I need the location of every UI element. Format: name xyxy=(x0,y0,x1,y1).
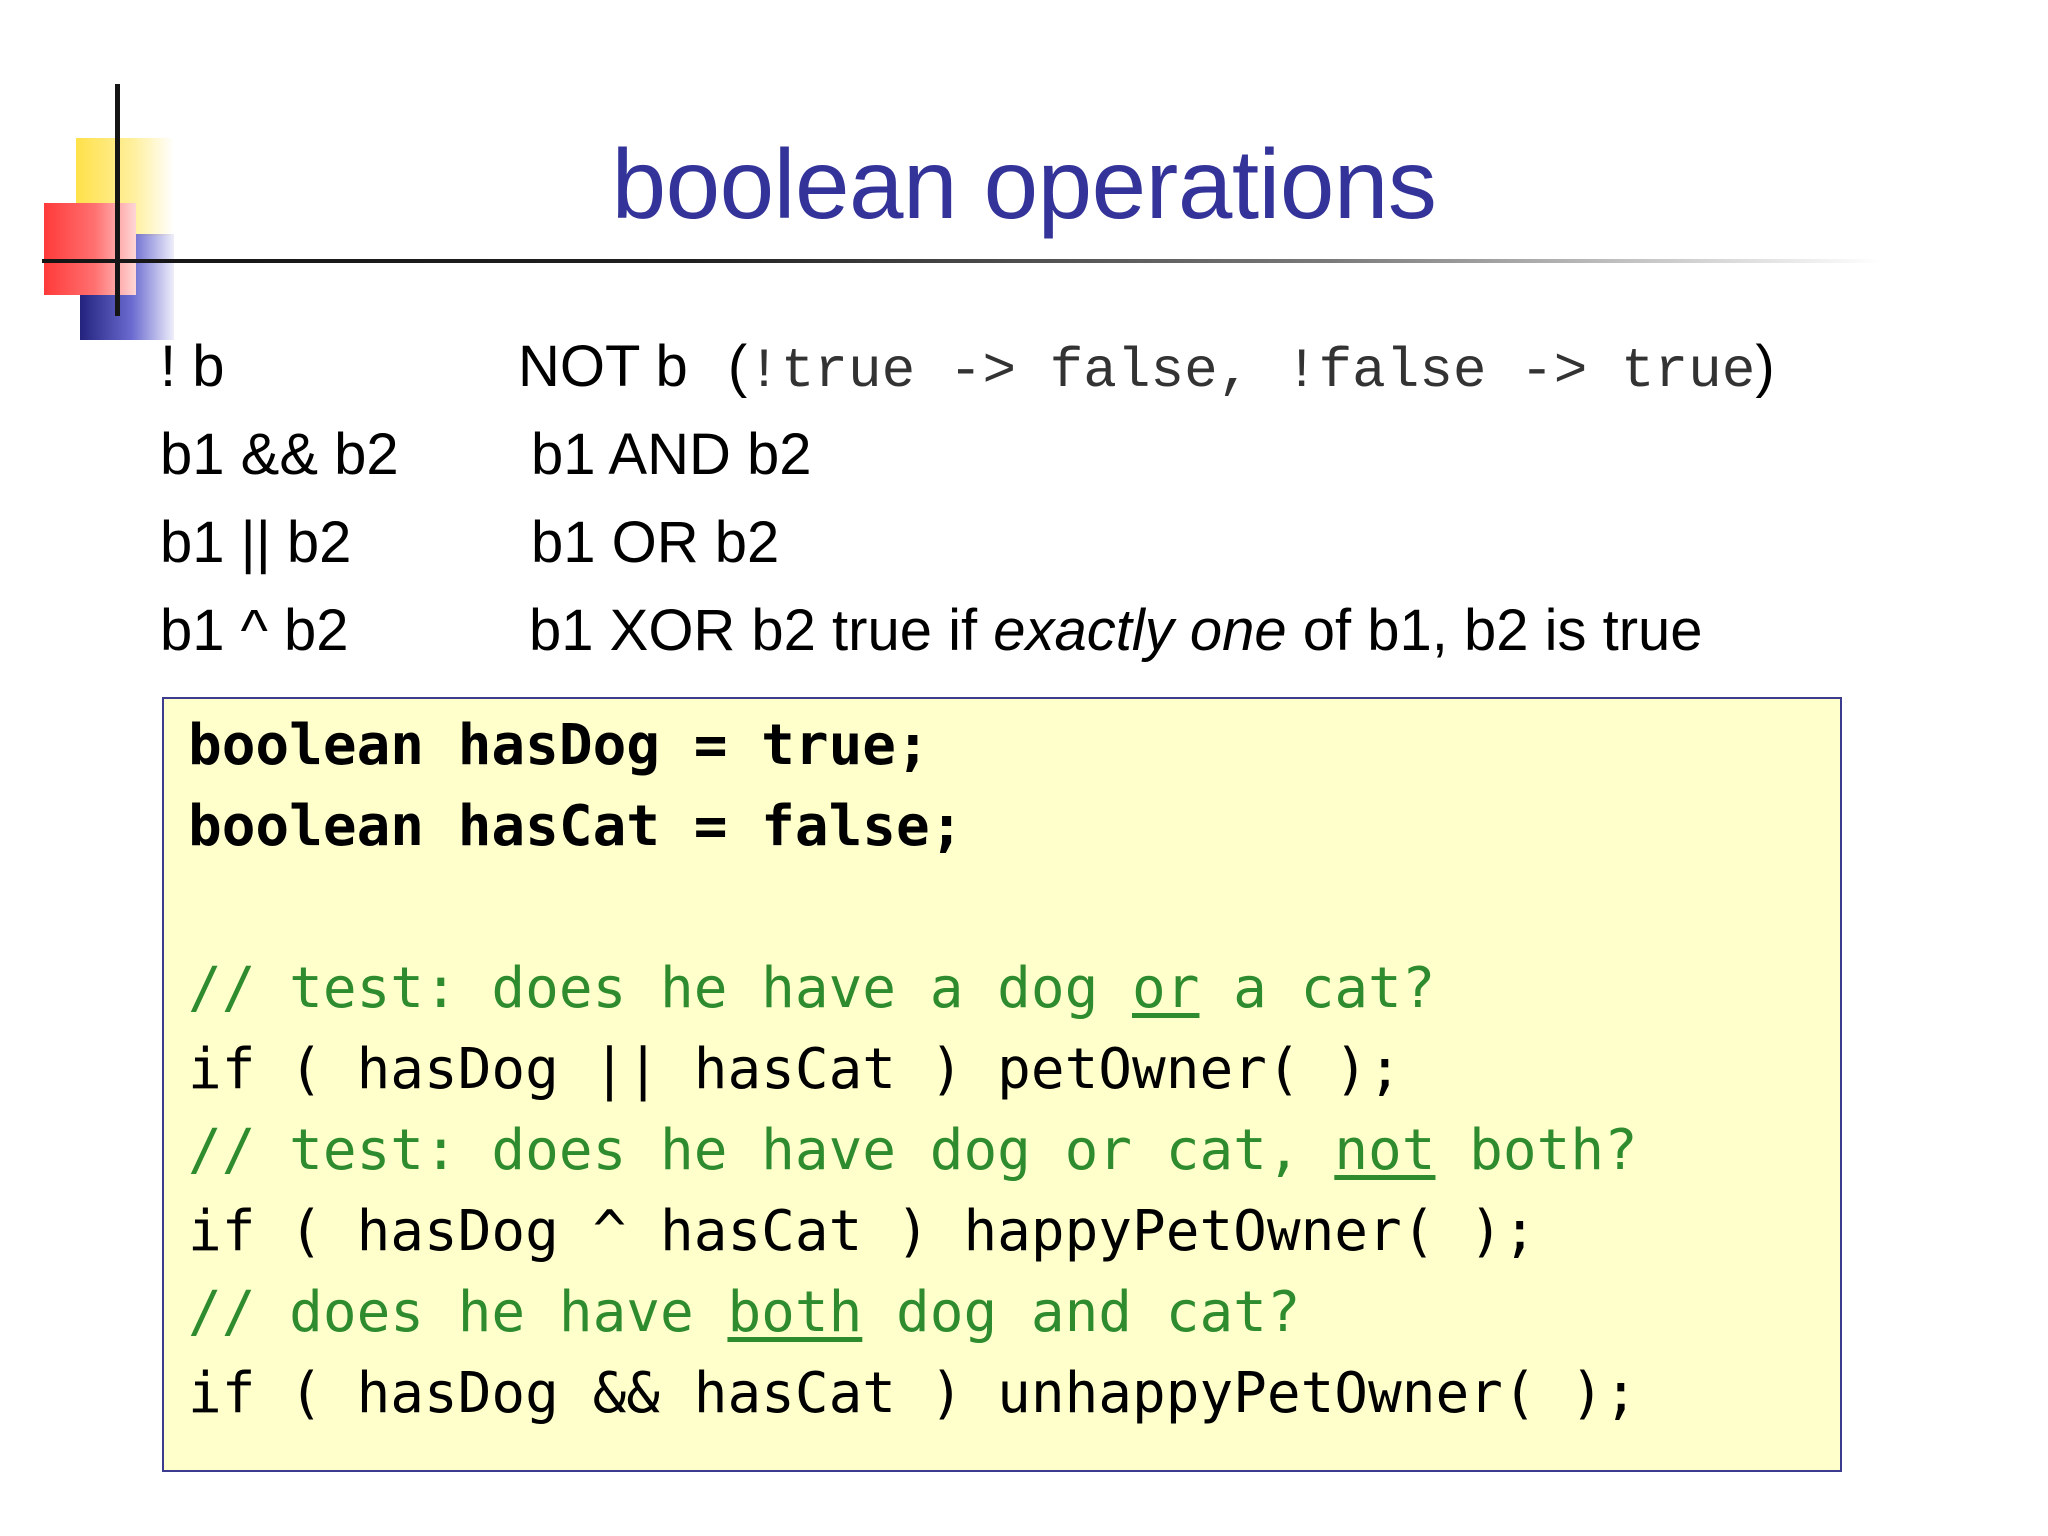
example-code: !true -> false, !false -> true xyxy=(747,339,1756,403)
operator-desc: b1 OR b2 xyxy=(531,510,780,575)
comment-underlined: both xyxy=(727,1280,863,1345)
code-box: boolean hasDog = true; boolean hasCat = … xyxy=(162,697,1842,1472)
operator-desc-emphasis: exactly one xyxy=(993,598,1287,663)
operator-desc-pre: b1 XOR b2 true if xyxy=(529,598,994,663)
comment-underlined: or xyxy=(1132,956,1200,1021)
comment-text: // test: does he have a dog xyxy=(188,956,1133,1021)
code-statement-and: if ( hasDog && hasCat ) unhappyPetOwner(… xyxy=(188,1361,1638,1426)
example-close-paren: ) xyxy=(1755,334,1775,399)
code-comment-or: // test: does he have a dog or a cat? xyxy=(188,956,1435,1021)
operator-desc-post: of b1, b2 is true xyxy=(1286,598,1703,663)
comment-text: // test: does he have dog or cat, xyxy=(188,1118,1335,1183)
operator-expr: b1 || b2 xyxy=(160,510,352,575)
code-statement-or: if ( hasDog || hasCat ) petOwner( ); xyxy=(188,1037,1402,1102)
example-open-paren: ( xyxy=(727,334,748,399)
comment-text: a cat? xyxy=(1199,956,1436,1021)
comment-text: // does he have xyxy=(188,1280,728,1345)
slide: boolean operations ! b NOT b (!true -> f… xyxy=(0,0,2048,1536)
code-declaration-hasdog: boolean hasDog = true; xyxy=(188,713,930,778)
title-underline xyxy=(42,259,1882,263)
operator-expr: b1 && b2 xyxy=(160,422,399,487)
operator-expr: b1 ^ b2 xyxy=(160,598,349,663)
comment-text: dog and cat? xyxy=(862,1280,1301,1345)
operator-desc-text: NOT b xyxy=(518,334,688,399)
code-declaration-hascat: boolean hasCat = false; xyxy=(188,794,964,859)
code-statement-xor: if ( hasDog ^ hasCat ) happyPetOwner( ); xyxy=(188,1199,1537,1264)
comment-text: both? xyxy=(1435,1118,1638,1183)
slide-title-text: boolean operations xyxy=(611,129,1437,239)
code-comment-xor: // test: does he have dog or cat, not bo… xyxy=(188,1118,1638,1183)
slide-title: boolean operations xyxy=(0,128,2048,241)
operator-expr: ! b xyxy=(160,334,225,399)
comment-underlined: not xyxy=(1334,1118,1436,1183)
operator-desc: b1 XOR b2 true if exactly one of b1, b2 … xyxy=(529,597,1703,664)
code-comment-and: // does he have both dog and cat? xyxy=(188,1280,1301,1345)
operator-desc: NOT b (!true -> false, !false -> true) xyxy=(518,333,1775,403)
operator-desc: b1 AND b2 xyxy=(531,422,812,487)
